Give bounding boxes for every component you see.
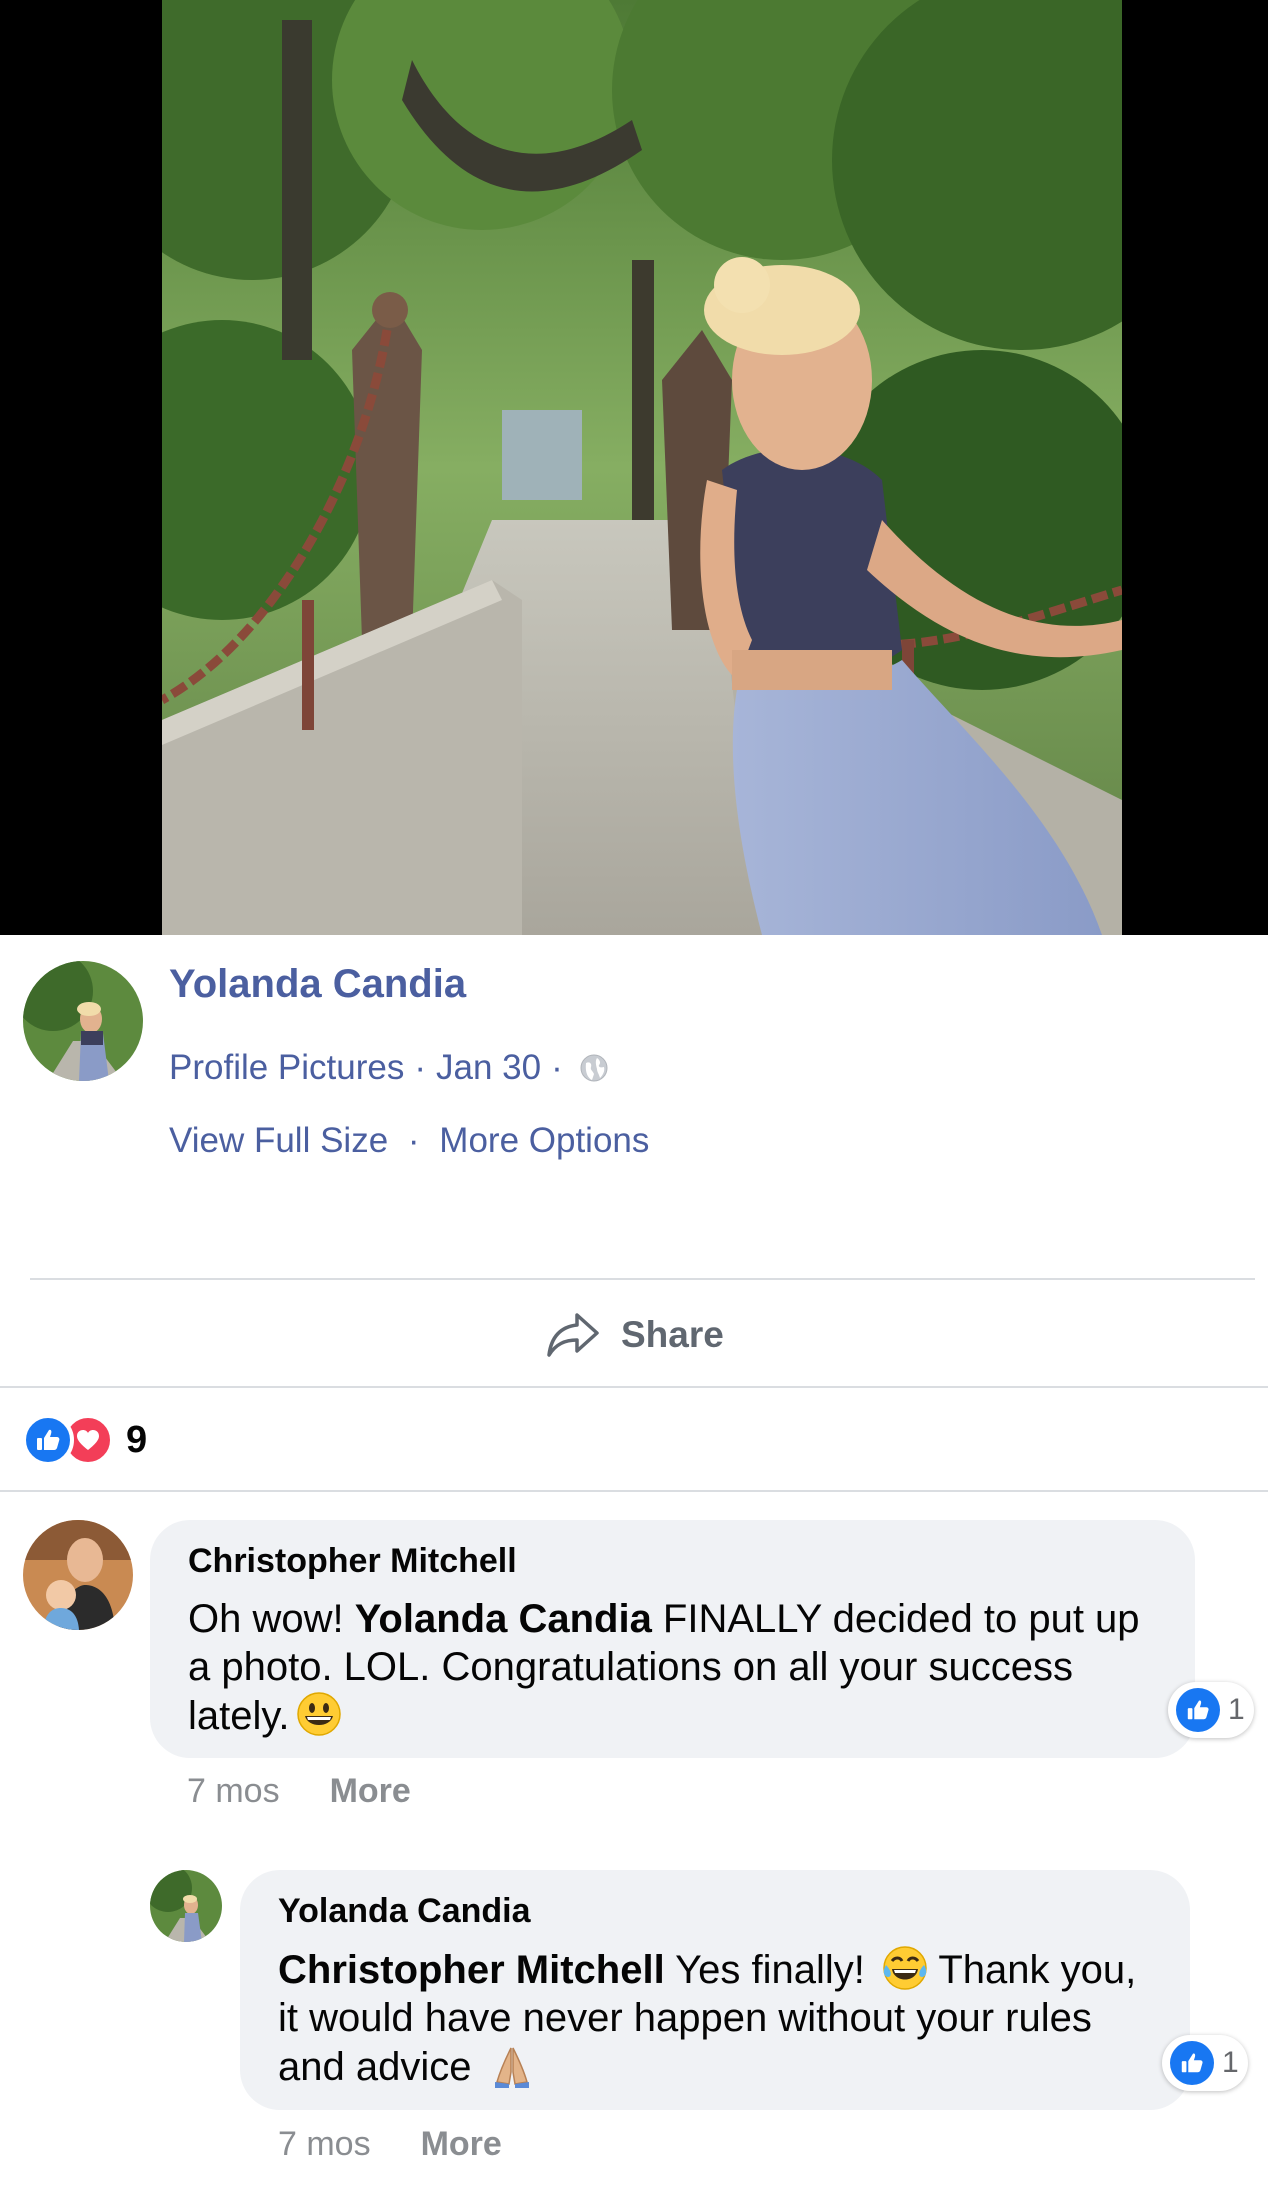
reply-text-part-a: Yes finally! — [664, 1948, 876, 1992]
post-options: View Full Size · More Options — [169, 1121, 649, 1161]
thumbs-up-icon — [1187, 1700, 1209, 1720]
profile-photo[interactable] — [162, 0, 1122, 935]
reply-author[interactable]: Yolanda Candia — [278, 1892, 1152, 1931]
reply-time[interactable]: 7 mos — [278, 2125, 371, 2164]
meta-separator: · — [551, 1048, 563, 1087]
like-reaction-icon — [1176, 1688, 1220, 1732]
thumbs-up-icon — [1181, 2053, 1203, 2073]
comment-actions: 7 mos More — [187, 1772, 461, 1811]
meta-separator: · — [414, 1048, 427, 1087]
post-date[interactable]: Jan 30 — [436, 1048, 541, 1088]
reply-more-button[interactable]: More — [421, 2125, 502, 2164]
more-options-link[interactable]: More Options — [439, 1121, 649, 1160]
comment-time[interactable]: 7 mos — [187, 1772, 280, 1811]
comment-bubble[interactable]: Christopher Mitchell Oh wow! Yolanda Can… — [150, 1520, 1195, 1758]
like-reaction-icon — [22, 1414, 74, 1466]
poster-name[interactable]: Yolanda Candia — [169, 962, 466, 1007]
commenter-avatar-image — [23, 1520, 133, 1630]
photo-illustration — [162, 0, 1122, 935]
divider — [0, 1490, 1268, 1492]
commenter-avatar[interactable] — [23, 1520, 133, 1630]
reply-reaction-badge[interactable]: 1 — [1162, 2035, 1248, 2091]
reply-actions: 7 mos More — [278, 2125, 552, 2164]
comment-text-prefix: Oh wow! — [188, 1597, 355, 1641]
globe-icon — [580, 1054, 608, 1082]
photo-viewer — [0, 0, 1268, 935]
comment-author[interactable]: Christopher Mitchell — [188, 1542, 1157, 1581]
reply-mention[interactable]: Christopher Mitchell — [278, 1948, 665, 1992]
reply-avatar[interactable] — [150, 1870, 222, 1942]
divider — [30, 1278, 1255, 1280]
comment-more-button[interactable]: More — [330, 1772, 411, 1811]
reaction-count: 9 — [126, 1418, 148, 1461]
heart-icon — [77, 1430, 99, 1450]
share-arrow-icon — [547, 1313, 599, 1357]
view-full-size-link[interactable]: View Full Size — [169, 1121, 388, 1160]
share-button[interactable]: Share — [545, 1305, 724, 1365]
comment-reaction-count: 1 — [1228, 1693, 1245, 1726]
poster-avatar-image — [23, 961, 143, 1081]
album-link[interactable]: Profile Pictures — [169, 1048, 404, 1088]
reply-bubble[interactable]: Yolanda Candia Christopher Mitchell Yes … — [240, 1870, 1190, 2110]
comment-reaction-badge[interactable]: 1 — [1168, 1682, 1254, 1738]
reply-text: Christopher Mitchell Yes finally! Thank … — [278, 1945, 1152, 2091]
options-separator: · — [407, 1121, 420, 1160]
tears-of-joy-emoji-icon — [883, 1946, 927, 1990]
reply-avatar-image — [150, 1870, 222, 1942]
reaction-summary[interactable]: 9 — [22, 1412, 147, 1468]
reply-reaction-count: 1 — [1222, 2046, 1239, 2079]
share-label: Share — [621, 1314, 724, 1355]
grinning-face-emoji-icon — [296, 1692, 341, 1736]
post-meta: Profile Pictures · Jan 30 · — [169, 1048, 609, 1088]
thumbs-up-icon — [37, 1429, 60, 1450]
like-reaction-icon — [1170, 2041, 1214, 2085]
divider — [0, 1386, 1268, 1388]
poster-avatar[interactable] — [23, 961, 143, 1081]
folded-hands-emoji-icon — [494, 2047, 529, 2088]
comment-mention[interactable]: Yolanda Candia — [355, 1597, 652, 1641]
comment-text: Oh wow! Yolanda Candia FINALLY decided t… — [188, 1595, 1157, 1740]
